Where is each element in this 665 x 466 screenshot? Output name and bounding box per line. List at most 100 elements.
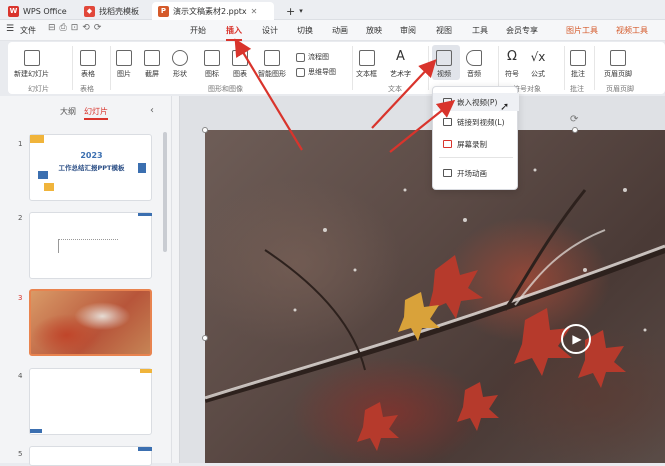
header-footer-icon [610, 50, 626, 66]
table-button[interactable]: 表格 [80, 50, 96, 79]
chart-button[interactable]: 图表 [232, 50, 248, 79]
omega-icon: Ω [507, 49, 517, 64]
textbox-button[interactable]: 文本框 [356, 50, 377, 79]
comment-button[interactable]: 批注 [570, 50, 586, 79]
screenshot-button[interactable]: 截屏 [144, 50, 160, 79]
tab-template[interactable]: ◆ 找稻壳模板 [78, 2, 145, 20]
slide-thumbnail-4[interactable] [29, 368, 152, 435]
ribbon-divider [352, 46, 353, 90]
panel-scrollbar[interactable] [163, 132, 167, 252]
group-slides-label: 幻灯片 [28, 85, 49, 93]
menu-screen-record[interactable]: 屏幕录制 [433, 135, 519, 153]
icon-button[interactable]: 图标 [204, 50, 220, 79]
group-comment-label: 批注 [570, 85, 584, 93]
shape-button[interactable]: 形状 [172, 50, 188, 79]
menu-animation[interactable]: 动画 [332, 24, 348, 38]
smartart-button[interactable]: 智能图形 [258, 50, 286, 79]
collapse-panel-icon[interactable]: ‹ [150, 105, 154, 116]
menu-opening-animation[interactable]: 开场动画 [433, 164, 519, 182]
quick-access-icons[interactable]: ⊟⎙⊡⟲⟳ [48, 23, 105, 33]
ribbon-divider [594, 46, 595, 90]
menu-link-video-label: 链接到视频(L) [457, 117, 505, 127]
slide-thumbnail-1[interactable]: 2023 工作总结汇报PPT模板 [29, 134, 152, 201]
wordart-label: 艺术字 [390, 70, 411, 78]
icon-label: 图标 [205, 70, 219, 78]
tab-document[interactable]: P 演示文稿素材2.pptx ✕ [152, 2, 274, 20]
slide-number: 4 [18, 372, 23, 380]
template-icon: ◆ [84, 5, 95, 17]
decor-block [140, 369, 152, 373]
group-text-label: 文本 [388, 85, 402, 93]
tab-slides[interactable]: 幻灯片 [84, 106, 108, 120]
wps-home-tab[interactable]: W WPS Office [2, 2, 73, 20]
hamburger-icon[interactable]: ☰ [6, 24, 14, 34]
comment-label: 批注 [571, 70, 585, 78]
menu-home[interactable]: 开始 [190, 24, 206, 38]
embed-video-icon [443, 98, 452, 106]
smartart-label: 智能图形 [258, 70, 286, 78]
pptx-file-icon: P [158, 5, 169, 17]
wordart-button[interactable]: A 艺术字 [390, 50, 411, 79]
textbox-label: 文本框 [356, 70, 377, 78]
slide-thumbnail-2[interactable] [29, 212, 152, 279]
add-tab-dropdown-icon[interactable]: ▾ [299, 7, 303, 15]
picture-button[interactable]: 图片 [116, 50, 132, 79]
menu-review[interactable]: 审阅 [400, 24, 416, 38]
audio-button[interactable]: 音频 [466, 50, 482, 79]
table-label: 表格 [81, 70, 95, 78]
symbol-button[interactable]: Ω 符号 [504, 50, 520, 79]
decor-block [30, 135, 44, 143]
title-tab-bar: W WPS Office ◆ 找稻壳模板 P 演示文稿素材2.pptx ✕ + … [0, 0, 665, 20]
flowchart-icon [296, 52, 305, 62]
video-button[interactable]: 视频 [436, 50, 452, 79]
slide-thumbnail-5[interactable] [29, 446, 152, 466]
new-slide-button[interactable]: 新建幻灯片 [14, 50, 49, 79]
chart-label: 图表 [233, 70, 247, 78]
ribbon-divider [498, 46, 499, 90]
tab-document-label: 演示文稿素材2.pptx [173, 6, 247, 16]
menu-member[interactable]: 会员专享 [506, 24, 538, 38]
chart-icon [232, 50, 248, 66]
tab-outline[interactable]: 大纲 [60, 106, 76, 117]
tab-template-label: 找稻壳模板 [99, 6, 139, 16]
resize-handle[interactable] [572, 127, 578, 133]
header-footer-label: 页眉页脚 [604, 70, 632, 78]
picture-label: 图片 [117, 70, 131, 78]
menu-picture-tools[interactable]: 图片工具 [566, 24, 598, 38]
picture-icon [116, 50, 132, 66]
symbol-label: 符号 [505, 70, 519, 78]
play-button[interactable]: ▶ [561, 324, 591, 354]
menu-slideshow[interactable]: 放映 [366, 24, 382, 38]
rotate-handle-icon[interactable]: ⟳ [570, 114, 578, 125]
screenshot-label: 截屏 [145, 70, 159, 78]
slide-year: 2023 [80, 151, 103, 160]
mindmap-button[interactable]: 思维导图 [296, 67, 336, 77]
menu-opening-animation-label: 开场动画 [457, 168, 487, 178]
slide-title: 工作总结汇报PPT模板 [58, 164, 125, 172]
slide-number: 1 [18, 140, 23, 148]
play-icon: ▶ [572, 332, 582, 346]
menu-file[interactable]: 文件 [20, 24, 36, 38]
add-tab-button[interactable]: + ▾ [280, 2, 309, 20]
menu-design[interactable]: 设计 [262, 24, 278, 38]
resize-handle[interactable] [202, 335, 208, 341]
resize-handle[interactable] [202, 127, 208, 133]
menu-insert[interactable]: 插入 [226, 24, 242, 41]
slide-thumbnail-3[interactable] [29, 289, 152, 356]
new-slide-icon [23, 50, 40, 66]
add-tab-icon: + [286, 4, 296, 18]
link-video-icon [443, 118, 452, 126]
tab-close-icon[interactable]: ✕ [251, 7, 258, 16]
menu-video-tools[interactable]: 视频工具 [616, 24, 648, 38]
flowchart-button[interactable]: 流程图 [296, 52, 329, 62]
header-footer-button[interactable]: 页眉页脚 [604, 50, 632, 79]
formula-button[interactable]: √x 公式 [530, 50, 546, 79]
menu-link-video[interactable]: 链接到视频(L) [433, 113, 519, 131]
menu-view[interactable]: 视图 [436, 24, 452, 38]
menu-tools[interactable]: 工具 [472, 24, 488, 38]
wordart-icon: A [396, 49, 405, 64]
mindmap-label: 思维导图 [308, 68, 336, 76]
video-icon [436, 50, 452, 66]
audio-icon [466, 50, 482, 66]
menu-transition[interactable]: 切换 [297, 24, 313, 38]
